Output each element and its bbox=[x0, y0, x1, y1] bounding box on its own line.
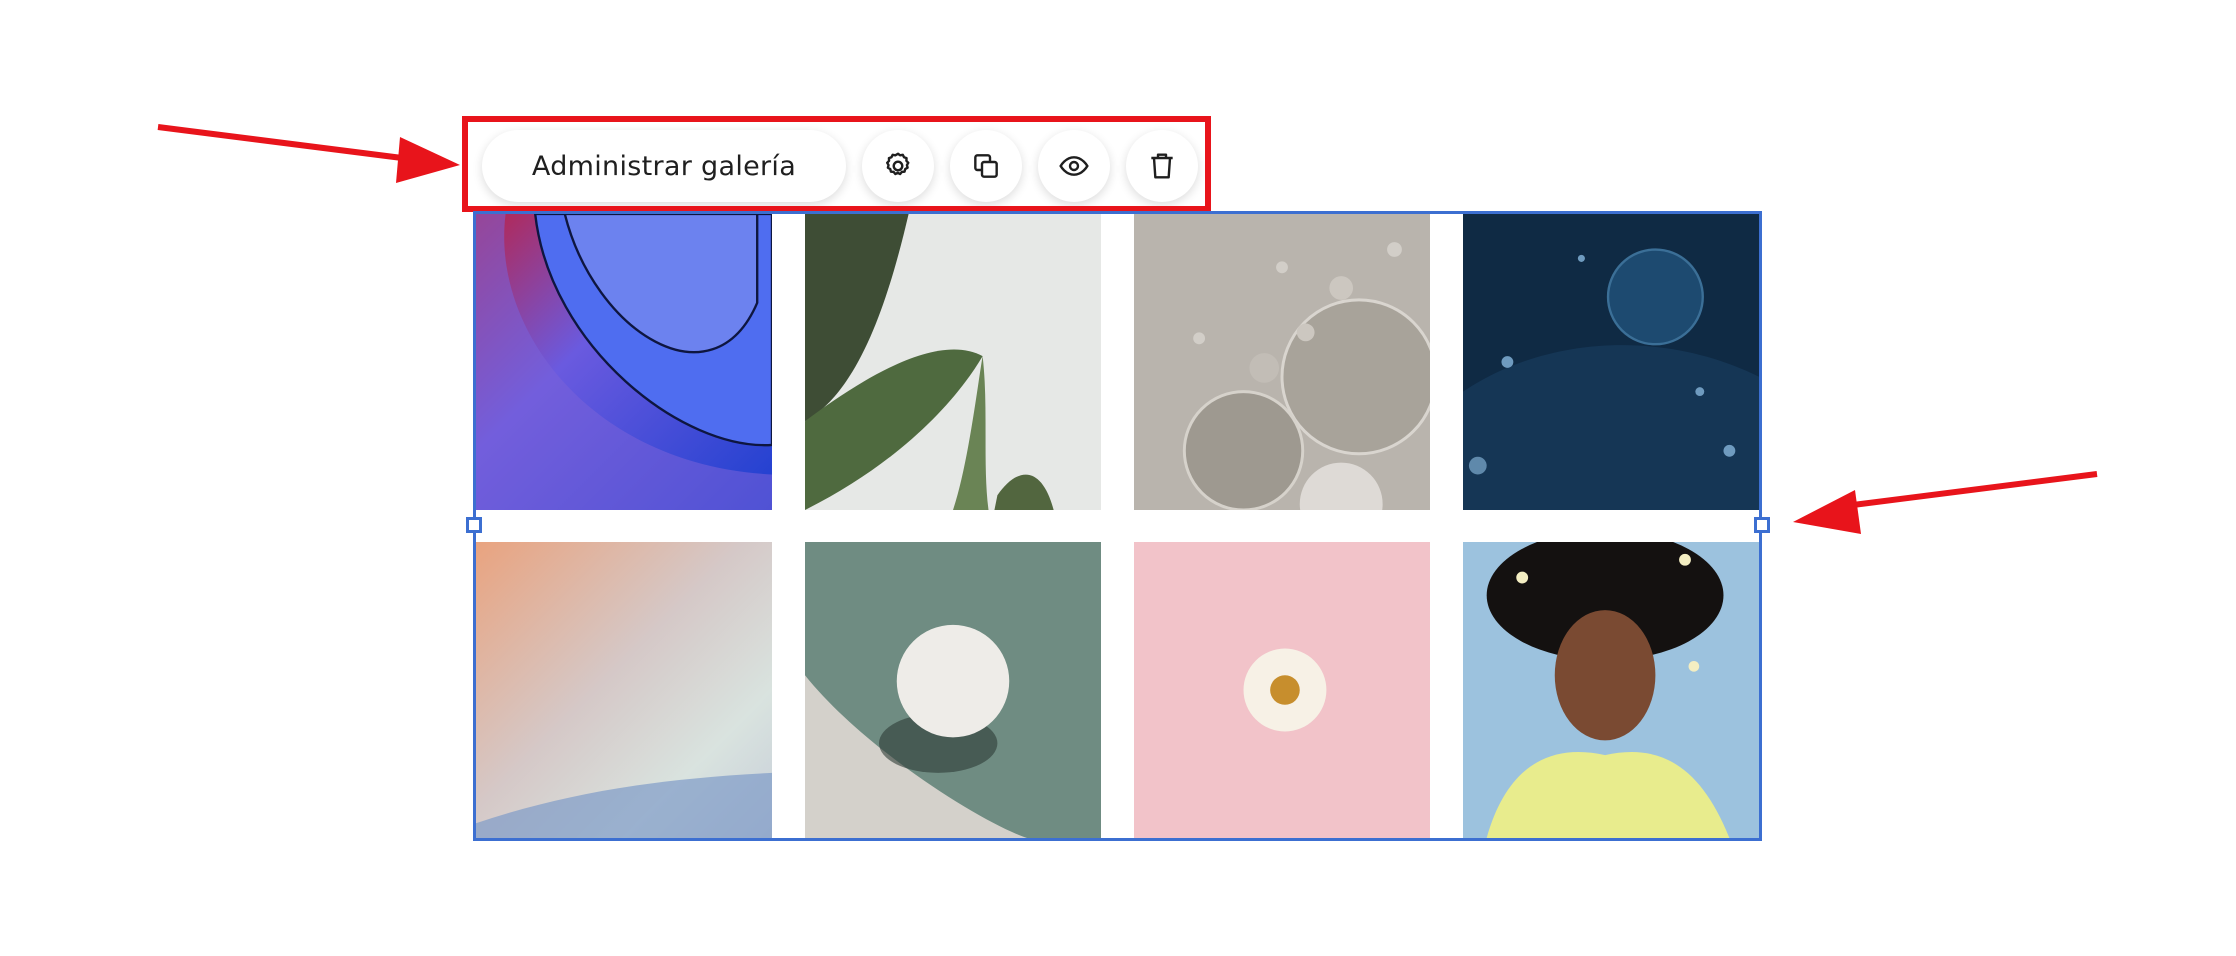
annotation-arrow-left bbox=[157, 124, 460, 183]
abstract-blue-image bbox=[476, 214, 772, 510]
bubbles-grey-image bbox=[1134, 214, 1430, 510]
duplicate-button[interactable] bbox=[950, 130, 1022, 202]
gallery-image[interactable] bbox=[1134, 214, 1430, 510]
gallery-image[interactable] bbox=[1134, 542, 1430, 838]
white-sphere-image bbox=[805, 542, 1101, 838]
copy-icon bbox=[974, 154, 998, 178]
gallery-image[interactable] bbox=[1463, 542, 1759, 838]
annotation-arrow-right bbox=[1793, 471, 2098, 534]
resize-handle-right[interactable] bbox=[1754, 517, 1770, 533]
manage-gallery-button[interactable]: Administrar galería bbox=[482, 130, 846, 202]
gallery-image[interactable] bbox=[805, 214, 1101, 510]
manage-gallery-label: Administrar galería bbox=[531, 150, 797, 182]
settings-button[interactable] bbox=[862, 130, 934, 202]
leaves-image bbox=[805, 214, 1101, 510]
eye-icon bbox=[1059, 156, 1089, 176]
flower-image bbox=[1134, 542, 1430, 838]
gear-icon bbox=[886, 152, 910, 176]
delete-button[interactable] bbox=[1126, 130, 1198, 202]
preview-button[interactable] bbox=[1038, 130, 1110, 202]
gallery-image[interactable] bbox=[476, 542, 772, 838]
gallery-image[interactable] bbox=[805, 542, 1101, 838]
gallery-image[interactable] bbox=[476, 214, 772, 510]
bubbles-blue-image bbox=[1463, 214, 1759, 510]
resize-handle-left[interactable] bbox=[466, 517, 482, 533]
pastel-gradient-image bbox=[476, 542, 772, 838]
portrait-image bbox=[1463, 542, 1759, 838]
gallery-image[interactable] bbox=[1463, 214, 1759, 510]
trash-icon bbox=[1151, 153, 1173, 179]
